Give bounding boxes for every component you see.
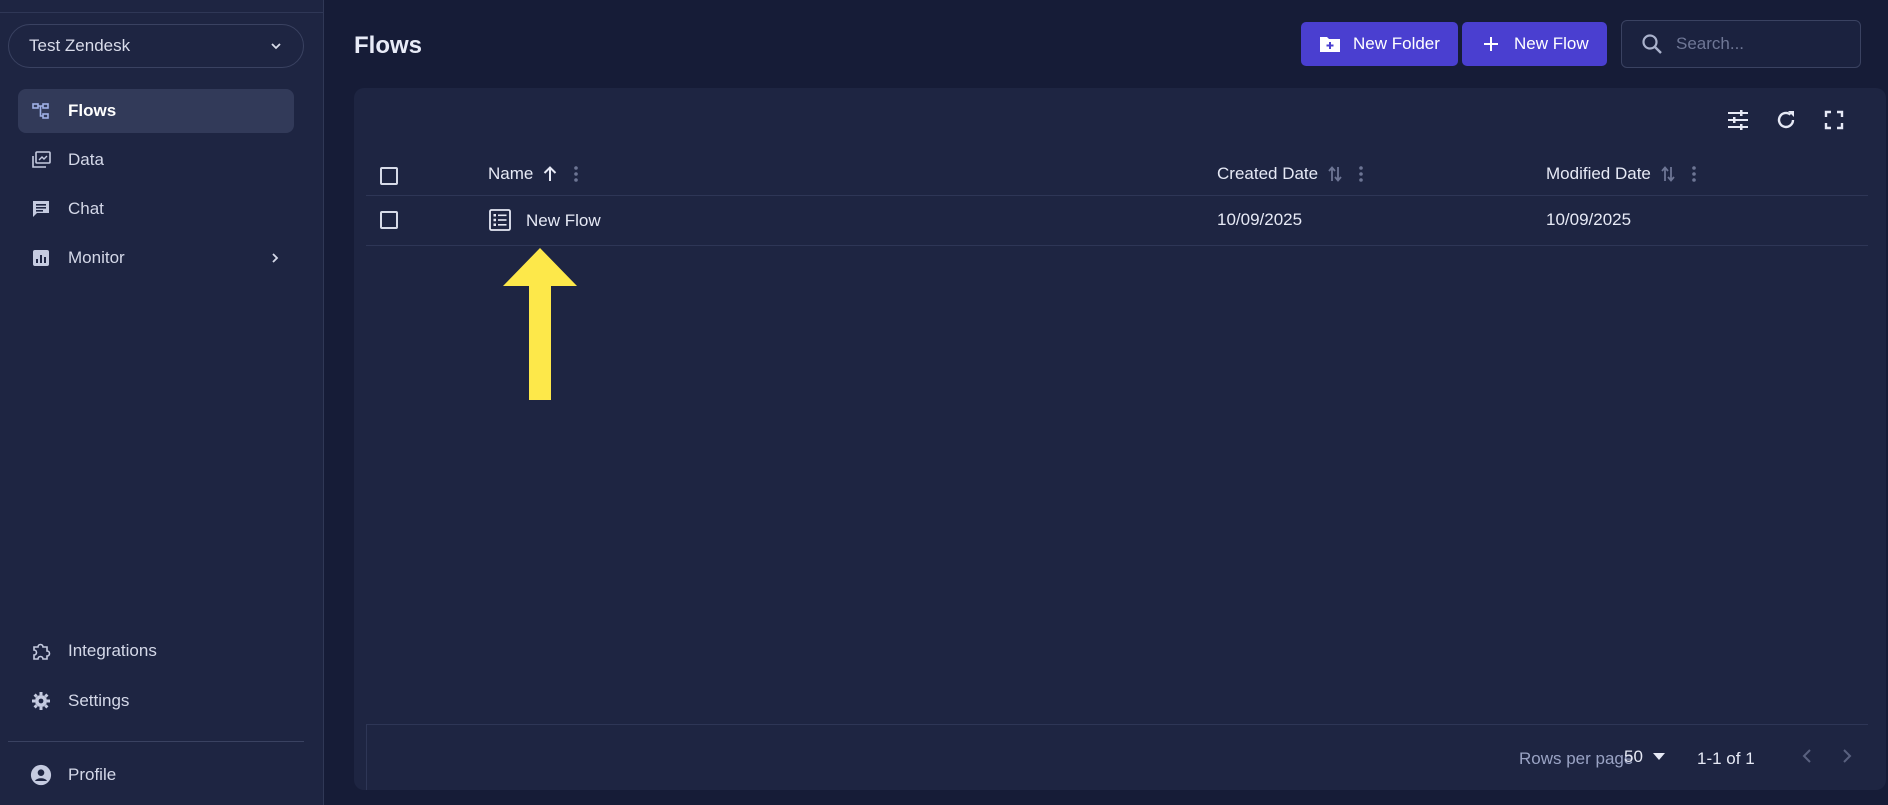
flow-document-icon xyxy=(489,209,511,231)
new-folder-button[interactable]: New Folder xyxy=(1301,22,1458,66)
workspace-name: Test Zendesk xyxy=(29,36,131,55)
sidebar-item-label: Chat xyxy=(68,199,104,218)
plus-icon xyxy=(1480,33,1502,55)
new-flow-label: New Flow xyxy=(1514,34,1589,53)
sidebar-item-flows[interactable]: Flows xyxy=(18,89,294,133)
sliders-icon xyxy=(1728,110,1748,130)
column-menu-icon[interactable] xyxy=(1358,165,1364,183)
flows-table: Name Created Date Modified Date New Flow xyxy=(366,152,1868,246)
next-page-icon[interactable] xyxy=(1836,745,1858,767)
column-header-created-date[interactable]: Created Date xyxy=(1217,164,1364,184)
gear-icon xyxy=(30,690,52,712)
sidebar-item-label: Data xyxy=(68,150,104,169)
table-header: Name Created Date Modified Date xyxy=(366,152,1868,196)
search-placeholder: Search... xyxy=(1676,34,1745,53)
rows-per-page-label: Rows per page xyxy=(1519,749,1634,768)
table-pagination: Rows per page 50 1-1 of 1 xyxy=(366,724,1868,790)
refresh-button[interactable] xyxy=(1772,106,1800,134)
sidebar-divider-top xyxy=(0,12,324,13)
caret-down-icon xyxy=(1652,753,1665,760)
sidebar-item-chat[interactable]: Chat xyxy=(18,187,294,231)
sidebar-divider-bottom xyxy=(8,741,304,742)
previous-page-icon[interactable] xyxy=(1796,745,1818,767)
data-icon xyxy=(30,149,52,171)
created-date-cell: 10/09/2025 xyxy=(1217,210,1303,229)
column-header-label: Created Date xyxy=(1217,164,1319,183)
search-icon xyxy=(1642,34,1662,54)
sidebar: Test Zendesk Flows Data Chat Monitor Int… xyxy=(0,0,324,805)
annotation-arrow-icon xyxy=(503,248,577,400)
fullscreen-button[interactable] xyxy=(1820,106,1848,134)
new-flow-button[interactable]: New Flow xyxy=(1462,22,1607,66)
sidebar-item-integrations[interactable]: Integrations xyxy=(18,629,294,673)
sort-icon[interactable] xyxy=(1659,165,1677,183)
flow-name-cell[interactable]: New Flow xyxy=(488,209,601,232)
sidebar-item-settings[interactable]: Settings xyxy=(18,679,294,723)
sidebar-item-label: Settings xyxy=(68,691,130,710)
flows-icon xyxy=(30,100,52,122)
flows-panel: Name Created Date Modified Date New Flow xyxy=(354,88,1886,790)
chevron-down-icon xyxy=(271,43,281,50)
flow-name: New Flow xyxy=(526,211,601,230)
sidebar-item-label: Profile xyxy=(68,765,117,784)
monitor-icon xyxy=(30,247,52,269)
column-menu-icon[interactable] xyxy=(1691,165,1697,183)
column-header-name[interactable]: Name xyxy=(488,164,579,184)
sidebar-item-label: Flows xyxy=(68,101,117,120)
chat-icon xyxy=(30,198,52,220)
new-folder-label: New Folder xyxy=(1353,34,1440,53)
workspace-selector[interactable]: Test Zendesk xyxy=(8,24,304,68)
sidebar-item-monitor[interactable]: Monitor xyxy=(18,236,294,280)
search-input[interactable]: Search... xyxy=(1621,20,1861,68)
column-header-label: Name xyxy=(488,164,534,183)
rows-per-page-select[interactable]: 50 xyxy=(1624,747,1665,767)
folder-plus-icon xyxy=(1319,33,1341,55)
pagination-range: 1-1 of 1 xyxy=(1697,749,1755,768)
column-settings-button[interactable] xyxy=(1724,106,1752,134)
sidebar-item-label: Integrations xyxy=(68,641,157,660)
refresh-icon xyxy=(1777,111,1795,129)
rows-per-page-value: 50 xyxy=(1624,747,1643,766)
chevron-right-icon xyxy=(272,253,279,263)
select-all-checkbox[interactable] xyxy=(380,167,398,185)
column-header-label: Modified Date xyxy=(1546,164,1651,183)
column-menu-icon[interactable] xyxy=(573,165,579,183)
column-header-modified-date[interactable]: Modified Date xyxy=(1546,164,1697,184)
row-checkbox[interactable] xyxy=(380,211,398,229)
modified-date-cell: 10/09/2025 xyxy=(1546,210,1632,229)
sidebar-item-label: Monitor xyxy=(68,248,125,267)
sort-icon[interactable] xyxy=(1326,165,1344,183)
fullscreen-icon xyxy=(1824,110,1844,130)
sort-arrow-up-icon[interactable] xyxy=(541,165,559,183)
sidebar-item-data[interactable]: Data xyxy=(18,138,294,182)
puzzle-icon xyxy=(30,640,52,662)
page-title: Flows xyxy=(354,32,423,59)
table-row[interactable]: New Flow 10/09/2025 10/09/2025 xyxy=(366,196,1868,246)
sidebar-item-profile[interactable]: Profile xyxy=(18,753,294,797)
avatar-icon xyxy=(30,764,52,786)
